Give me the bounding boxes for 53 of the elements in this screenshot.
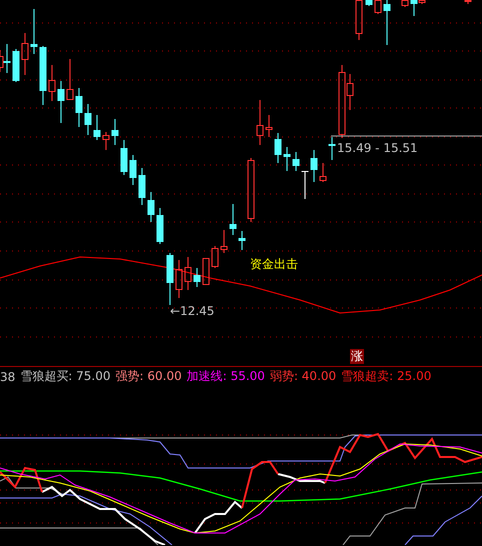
candlestick (40, 46, 46, 106)
candlestick (12, 48, 20, 82)
candlestick (366, 0, 372, 6)
candlestick (202, 258, 210, 286)
candlestick (384, 0, 390, 46)
candlestick (248, 158, 254, 222)
price-range-label: 15.49 - 15.51 (337, 141, 418, 155)
candlestick (148, 192, 154, 222)
trend-line (0, 476, 62, 494)
candlestick (274, 132, 282, 164)
candlestick (310, 150, 318, 182)
candlestick (120, 140, 128, 176)
candlestick (230, 204, 236, 236)
candlestick (58, 80, 64, 124)
candlestick (166, 252, 174, 306)
candlestick (238, 230, 246, 250)
candlestick (374, 0, 382, 14)
candlestick (194, 268, 200, 288)
candlestick (48, 64, 56, 102)
indicator-legend-item: 强势: 60.00 (116, 368, 182, 385)
indicator-legend-item: 加速线: 55.00 (186, 368, 265, 385)
rise-badge: 涨 (350, 349, 364, 364)
candlestick (30, 8, 38, 54)
candlestick (156, 208, 164, 244)
candlestick (402, 0, 408, 8)
candlestick (464, 0, 472, 4)
candlestick (66, 58, 74, 100)
candlestick (138, 168, 146, 206)
candlestick (320, 162, 326, 182)
candlestick (184, 256, 192, 290)
candlestick (176, 260, 182, 298)
candlestick (94, 114, 100, 140)
indicator-legend-item: 弱势: 40.00 (270, 368, 336, 385)
candlestick (266, 114, 272, 138)
candlestick (84, 104, 92, 136)
indicator-legend-item: 雪狼超卖: 25.00 (341, 368, 432, 385)
candlestick (112, 118, 118, 146)
low-price-label: ←12.45 (170, 304, 214, 318)
candlestick (284, 146, 290, 172)
candlestick (130, 154, 136, 186)
candlestick (256, 100, 264, 146)
candlestick (302, 170, 308, 200)
candlestick (102, 132, 110, 150)
candlestick (212, 246, 218, 268)
candlestick (292, 152, 300, 172)
candlestick (328, 136, 336, 160)
signal-label: 资金出击 (250, 257, 298, 271)
indicator-legend-item: 雪狼超买: 75.00 (20, 368, 110, 385)
candlestick (220, 230, 228, 254)
candlestick (22, 32, 28, 76)
candlestick (76, 88, 82, 128)
candlestick (356, 0, 362, 40)
indicator-legend-item: 38 (0, 370, 16, 384)
